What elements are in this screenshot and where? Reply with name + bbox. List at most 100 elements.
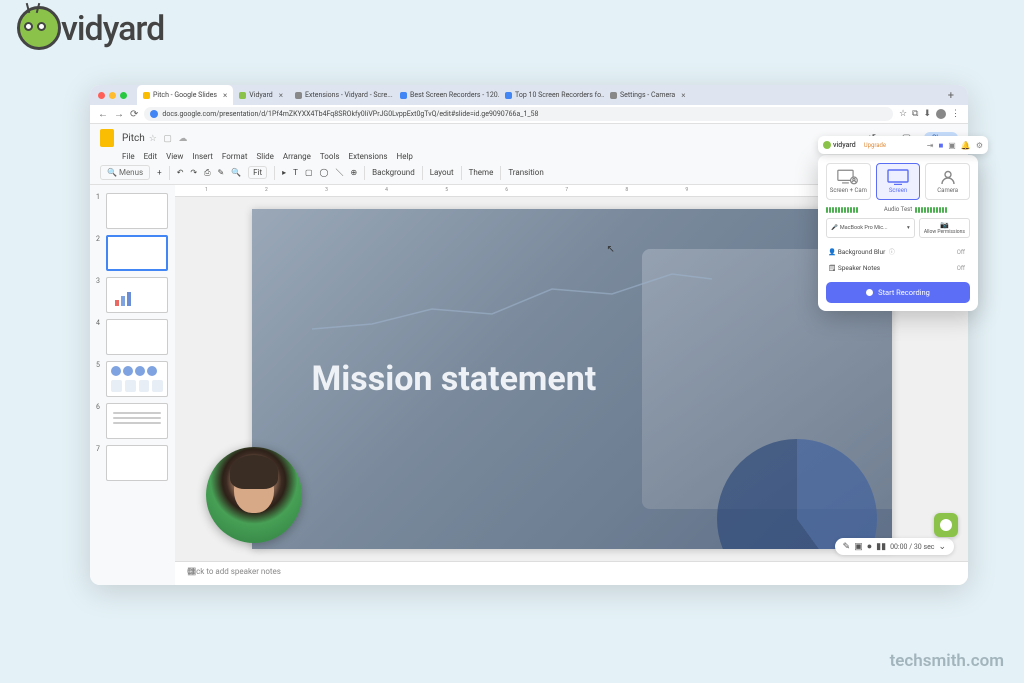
favicon-icon — [143, 92, 150, 99]
menu-file[interactable]: File — [122, 152, 135, 161]
upgrade-button[interactable]: Upgrade — [861, 141, 889, 150]
close-tab-icon[interactable]: × — [678, 91, 685, 100]
speaker-notes[interactable]: Click to add speaker notes — [175, 561, 968, 585]
thumbnail-7[interactable]: 7 — [96, 445, 169, 481]
select-tool[interactable]: ▸ — [282, 168, 286, 177]
zoom-button[interactable]: 🔍 — [231, 168, 241, 177]
vidyard-floating-badge[interactable] — [934, 513, 958, 537]
shape-tool[interactable]: ◯ — [320, 168, 329, 177]
thumbnail-5[interactable]: 5 — [96, 361, 169, 397]
line-tool[interactable]: ＼ — [335, 167, 343, 178]
comment-tool[interactable]: ⊕ — [350, 168, 357, 177]
pause-icon[interactable]: ▮▮ — [876, 542, 886, 552]
reload-button[interactable]: ⟳ — [130, 109, 138, 120]
mode-screen-cam[interactable]: Screen + Cam — [826, 163, 871, 200]
tab-label: Top 10 Screen Recorders fo... — [515, 91, 604, 99]
close-tab-icon[interactable]: × — [220, 91, 227, 100]
extensions-icon[interactable]: ⧉ — [912, 109, 918, 119]
grid-view-icon[interactable]: ▦ — [187, 566, 196, 577]
vidyard-extension-panel: vidyard Upgrade ⇥ ■ ▣ 🔔 ⚙ Screen + CamSc… — [818, 155, 978, 311]
document-title[interactable]: Pitch☆ ▢ ☁ — [122, 133, 187, 144]
undo-button[interactable]: ↶ — [177, 168, 184, 177]
tab-1[interactable]: Vidyard× — [233, 85, 289, 105]
link-icon[interactable]: ⇥ — [927, 141, 934, 150]
close-tab-icon[interactable]: × — [276, 91, 283, 100]
search-menus[interactable]: 🔍 Menus — [100, 165, 150, 180]
pen-icon[interactable]: ✎ — [843, 542, 851, 552]
theme-button[interactable]: Theme — [469, 168, 494, 177]
window-controls[interactable] — [98, 92, 127, 99]
slides-logo-icon[interactable] — [100, 129, 114, 147]
transition-button[interactable]: Transition — [508, 168, 543, 177]
allow-permissions-button[interactable]: 📷Allow Permissions — [919, 218, 970, 238]
thumbnail-6[interactable]: 6 — [96, 403, 169, 439]
menu-icon[interactable]: ⋮ — [951, 109, 960, 119]
gear-icon[interactable]: ⚙ — [976, 141, 983, 150]
current-slide[interactable]: Mission statement ↖ — [252, 209, 892, 549]
toggle-icon: 👤 — [828, 248, 836, 256]
image-tool[interactable]: ▢ — [305, 168, 313, 177]
presenter-controls: ✎ ▣ ● ▮▮ 00:00 / 30 sec ⌄ — [835, 538, 954, 555]
tab-label: Settings - Camera — [620, 91, 675, 99]
library-icon[interactable]: ■ — [938, 141, 943, 150]
menu-tools[interactable]: Tools — [320, 152, 340, 161]
bell-icon[interactable]: 🔔 — [961, 141, 971, 150]
url-field[interactable]: docs.google.com/presentation/d/1Pf4mZKYX… — [144, 107, 893, 121]
move-icon[interactable]: ▢ — [163, 134, 172, 144]
info-icon[interactable]: ⓘ — [889, 249, 895, 256]
star-icon[interactable]: ☆ — [149, 134, 157, 144]
ext-vidyard-logo[interactable]: vidyard — [823, 141, 856, 149]
mode-label: Camera — [928, 187, 967, 194]
recording-modes: Screen + CamScreen Camera — [826, 163, 970, 200]
redo-button[interactable]: ↷ — [190, 168, 197, 177]
menu-edit[interactable]: Edit — [144, 152, 158, 161]
folder-icon[interactable]: ▣ — [948, 141, 956, 150]
slide-heading[interactable]: Mission statement — [312, 359, 597, 399]
new-tab-button[interactable]: + — [942, 89, 960, 102]
pie-chart-decoration — [717, 439, 877, 549]
profile-avatar[interactable] — [936, 109, 946, 119]
record-icon[interactable]: ● — [867, 541, 872, 552]
audio-test-row: Audio Test — [826, 206, 970, 213]
thumbnail-4[interactable]: 4 — [96, 319, 169, 355]
menu-view[interactable]: View — [166, 152, 183, 161]
thumbnail-1[interactable]: 1 — [96, 193, 169, 229]
back-button[interactable]: ← — [98, 109, 108, 120]
menu-help[interactable]: Help — [397, 152, 413, 161]
forward-button[interactable]: → — [114, 109, 124, 120]
menu-insert[interactable]: Insert — [192, 152, 213, 161]
textbox-tool[interactable]: T — [293, 168, 298, 177]
menu-format[interactable]: Format — [222, 152, 248, 161]
pointer-icon[interactable]: ▣ — [854, 542, 863, 552]
screen-cam-icon — [829, 169, 868, 185]
thumbnail-2[interactable]: 2 — [96, 235, 169, 271]
zoom-fit[interactable]: Fit — [248, 166, 267, 179]
menu-slide[interactable]: Slide — [257, 152, 274, 161]
vidyard-logo: vidyard — [15, 8, 164, 50]
mic-dropdown[interactable]: 🎤MacBook Pro Mic...▾ — [826, 218, 915, 238]
mode-screen[interactable]: Screen — [876, 163, 921, 200]
webcam-overlay[interactable] — [206, 447, 302, 543]
tab-0[interactable]: Pitch - Google Slides× — [137, 85, 233, 105]
background-button[interactable]: Background — [372, 168, 415, 177]
tab-5[interactable]: Settings - Camera× — [604, 85, 692, 105]
layout-button[interactable]: Layout — [430, 168, 454, 177]
star-icon[interactable]: ☆ — [899, 109, 907, 119]
mode-camera[interactable]: Camera — [925, 163, 970, 200]
new-slide-button[interactable]: + — [157, 168, 162, 177]
print-button[interactable]: ⎙ — [204, 168, 210, 178]
paint-format-button[interactable]: ✎ — [218, 168, 225, 177]
toggle-state: Off — [957, 249, 965, 256]
menu-extensions[interactable]: Extensions — [349, 152, 388, 161]
site-info-icon[interactable] — [150, 110, 158, 118]
download-icon[interactable]: ⬇ — [923, 109, 931, 119]
url-text: docs.google.com/presentation/d/1Pf4mZKYX… — [162, 110, 538, 118]
menu-arrange[interactable]: Arrange — [283, 152, 311, 161]
thumbnail-3[interactable]: 3 — [96, 277, 169, 313]
tab-3[interactable]: Best Screen Recorders - 120...× — [394, 85, 499, 105]
tab-4[interactable]: Top 10 Screen Recorders fo...× — [499, 85, 604, 105]
start-recording-button[interactable]: Start Recording — [826, 282, 970, 303]
record-dot-icon — [866, 289, 873, 296]
chevron-down-icon[interactable]: ⌄ — [938, 542, 946, 552]
tab-2[interactable]: Extensions - Vidyard - Scre...× — [289, 85, 394, 105]
